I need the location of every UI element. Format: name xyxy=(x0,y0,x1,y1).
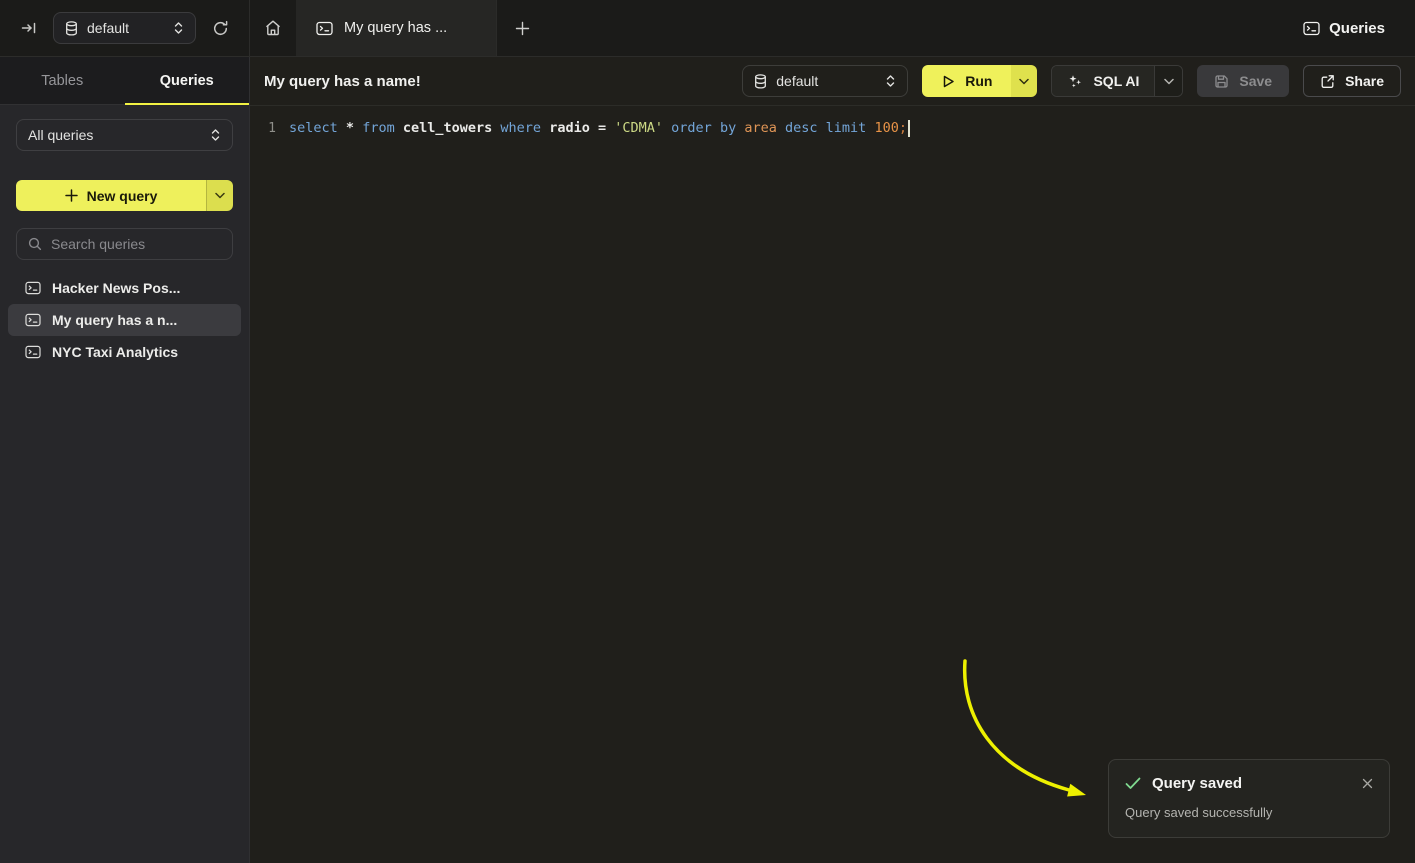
toast-message: Query saved successfully xyxy=(1125,805,1373,820)
tab-bar: My query has ... xyxy=(250,0,547,56)
tab-tables[interactable]: Tables xyxy=(0,57,125,104)
sql-ai-button[interactable]: SQL AI xyxy=(1052,66,1154,96)
main-panel: My query has a name! default xyxy=(250,57,1415,863)
query-terminal-icon xyxy=(25,345,41,359)
toast-title: Query saved xyxy=(1152,775,1242,792)
query-search-box xyxy=(16,228,233,260)
plus-icon xyxy=(515,21,530,36)
sql-ai-dropdown-button[interactable] xyxy=(1154,66,1182,96)
sparkles-icon xyxy=(1067,73,1083,89)
query-list-item[interactable]: NYC Taxi Analytics xyxy=(8,336,241,368)
share-button[interactable]: Share xyxy=(1303,65,1401,97)
sql-ai-split-button: SQL AI xyxy=(1051,65,1183,97)
top-bar: default My query has ... xyxy=(0,0,1415,57)
run-options-button[interactable] xyxy=(1011,65,1037,97)
topbar-queries-indicator[interactable]: Queries xyxy=(1303,0,1415,56)
query-title[interactable]: My query has a name! xyxy=(264,73,421,90)
queries-label: Queries xyxy=(1329,20,1385,37)
line-number: 1 xyxy=(250,121,276,136)
tab-my-query[interactable]: My query has ... xyxy=(296,0,497,56)
sidebar-content: All queries New query xyxy=(0,105,249,368)
sql-code-tokens: select * from cell_towers where radio = … xyxy=(289,120,907,136)
collapse-sidebar-button[interactable] xyxy=(13,12,45,44)
sql-editor[interactable]: 1 select * from cell_towers where radio … xyxy=(250,106,1415,863)
sql-ai-label: SQL AI xyxy=(1093,73,1139,89)
toast-header: Query saved xyxy=(1125,775,1373,792)
share-label: Share xyxy=(1345,73,1384,89)
query-terminal-icon xyxy=(1303,21,1320,36)
tab-queries-label: Queries xyxy=(160,73,214,89)
query-list-item-selected[interactable]: My query has a n... xyxy=(8,304,241,336)
close-icon xyxy=(1362,778,1373,789)
new-query-label: New query xyxy=(87,188,158,204)
toast-query-saved: Query saved Query saved successfully xyxy=(1108,759,1390,838)
new-query-dropdown-button[interactable] xyxy=(206,180,233,211)
chevron-updown-icon xyxy=(885,74,896,88)
query-list-item[interactable]: Hacker News Pos... xyxy=(8,272,241,304)
query-filter-dropdown[interactable]: All queries xyxy=(16,119,233,151)
database-icon xyxy=(65,21,78,36)
home-icon xyxy=(264,19,282,37)
query-terminal-icon xyxy=(25,313,41,327)
database-icon xyxy=(754,74,767,89)
home-button[interactable] xyxy=(250,0,296,56)
query-list-item-label: My query has a n... xyxy=(52,312,177,328)
new-tab-button[interactable] xyxy=(497,0,547,56)
topbar-database-selector[interactable]: default xyxy=(53,12,196,44)
refresh-icon xyxy=(212,20,229,37)
chevron-updown-icon xyxy=(173,21,184,35)
tab-label: My query has ... xyxy=(344,20,447,36)
run-button[interactable]: Run xyxy=(922,65,1011,97)
topbar-left-section: default xyxy=(0,0,250,56)
tab-queries[interactable]: Queries xyxy=(125,57,250,104)
sidebar: Tables Queries All queries New query xyxy=(0,57,250,863)
search-queries-input[interactable] xyxy=(51,236,232,252)
save-icon xyxy=(1214,74,1229,89)
share-icon xyxy=(1320,74,1335,89)
run-split-button: Run xyxy=(922,65,1037,97)
plus-icon xyxy=(65,189,78,202)
query-list-item-label: Hacker News Pos... xyxy=(52,280,180,296)
chevron-down-icon xyxy=(1019,78,1029,85)
save-button[interactable]: Save xyxy=(1197,65,1289,97)
query-list-item-label: NYC Taxi Analytics xyxy=(52,344,178,360)
play-icon xyxy=(941,74,955,89)
toolbar-actions: default Run xyxy=(742,65,1401,97)
chevron-down-icon xyxy=(1164,78,1174,85)
toast-close-button[interactable] xyxy=(1362,778,1373,789)
toolbar-database-selector[interactable]: default xyxy=(742,65,908,97)
chevron-down-icon xyxy=(215,192,225,199)
search-icon xyxy=(28,237,42,251)
query-terminal-icon xyxy=(25,281,41,295)
query-terminal-icon xyxy=(316,21,333,36)
toolbar-database-value: default xyxy=(776,73,876,89)
save-label: Save xyxy=(1239,73,1272,89)
sidebar-tabs: Tables Queries xyxy=(0,57,249,105)
chevron-updown-icon xyxy=(210,128,221,142)
text-cursor xyxy=(908,120,910,137)
new-query-split-button: New query xyxy=(16,180,233,211)
collapse-sidebar-icon xyxy=(21,20,37,36)
refresh-button[interactable] xyxy=(204,12,236,44)
query-filter-value: All queries xyxy=(28,127,201,143)
tab-tables-label: Tables xyxy=(41,73,83,89)
run-label: Run xyxy=(965,73,992,89)
query-list: Hacker News Pos... My query has a n... N… xyxy=(8,272,241,368)
query-toolbar: My query has a name! default xyxy=(250,57,1415,106)
code-line: 1 select * from cell_towers where radio … xyxy=(250,115,1415,141)
database-selector-value: default xyxy=(87,20,164,36)
check-icon xyxy=(1125,777,1141,790)
new-query-button[interactable]: New query xyxy=(16,180,206,211)
